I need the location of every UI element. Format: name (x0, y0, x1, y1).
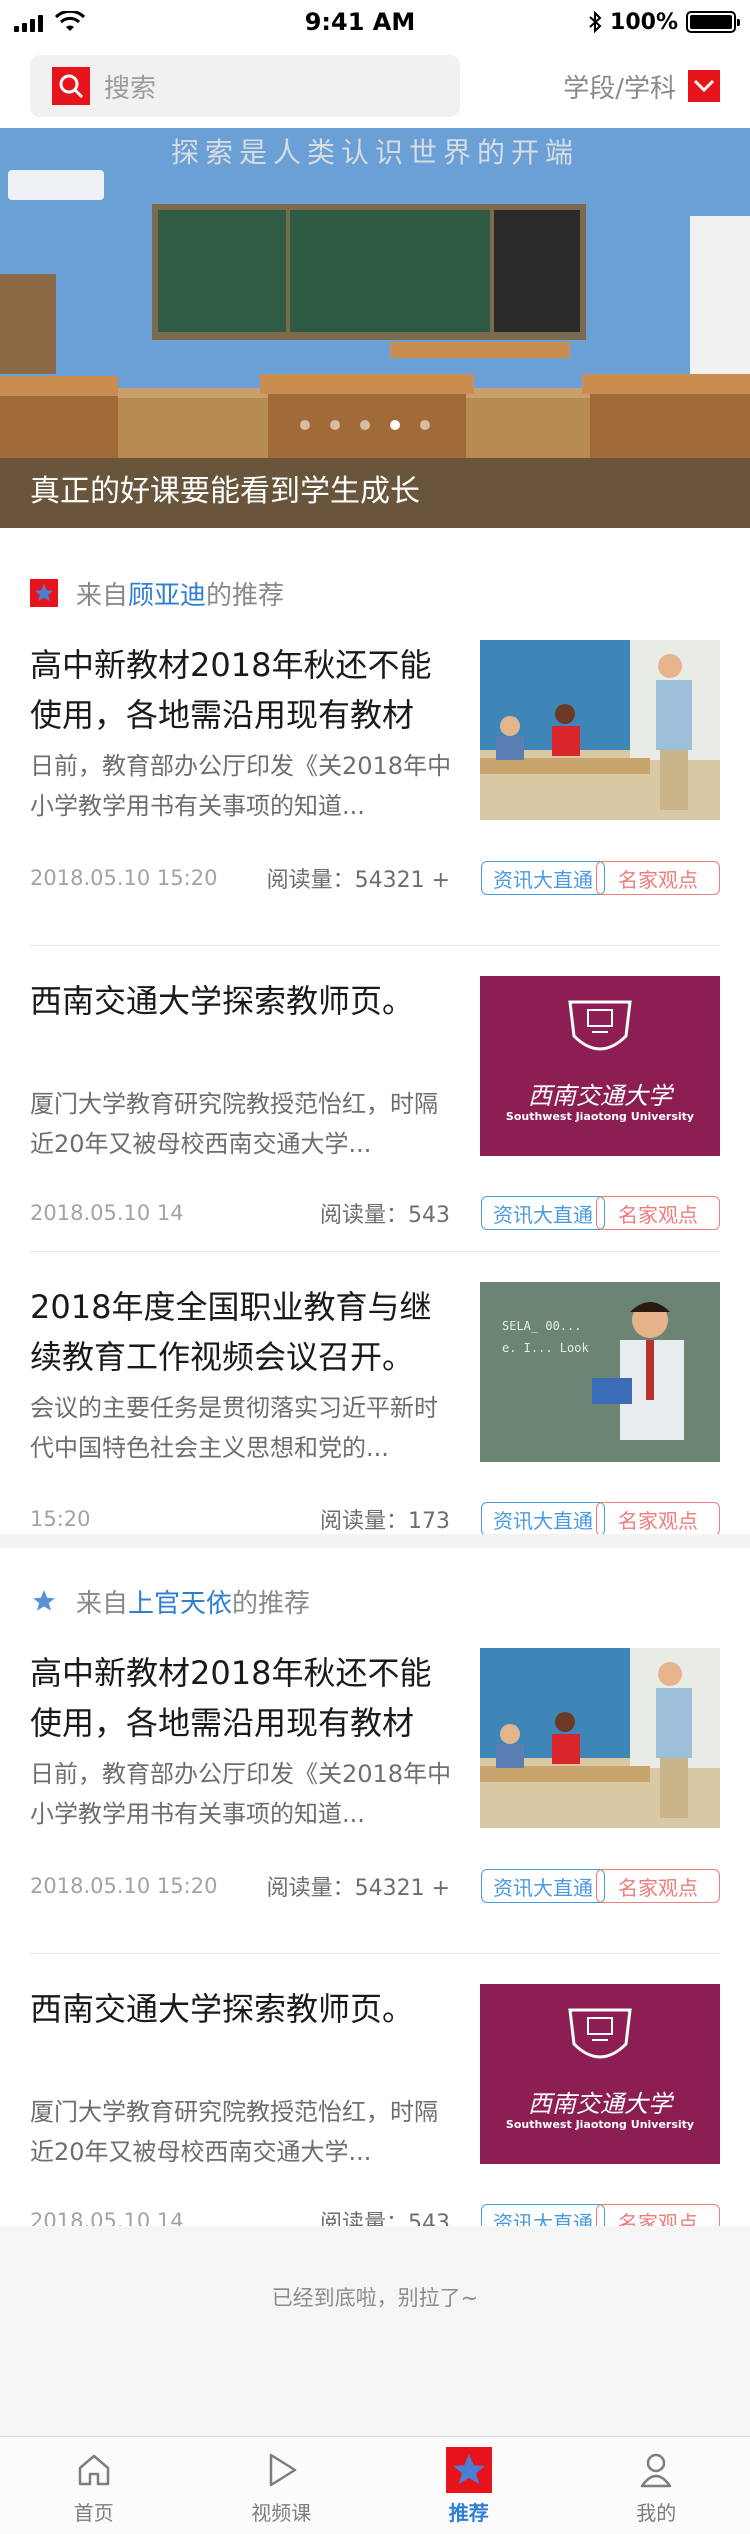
recommendation-suffix: 的推荐 (206, 580, 285, 611)
university-logo-image: 西南交通大学 Southwest Jiaotong University (480, 976, 720, 1156)
carousel-dots (300, 420, 430, 430)
tab-label: 视频课 (251, 2501, 312, 2525)
battery-percent: 100% (610, 9, 678, 35)
carousel-dot[interactable] (420, 420, 430, 430)
article-title: 西南交通大学探索教师页。 (30, 982, 415, 1020)
article-summary: 会议的主要任务是贯彻落实习近平新时代中国特色社会主义思想和党的... (30, 1394, 438, 1462)
article-card[interactable]: 西南交通大学探索教师页。 厦门大学教育研究院教授范怡红，时隔近20年又被母校西南… (30, 946, 720, 1252)
recommendation-prefix: 来自 (76, 580, 129, 611)
university-logo-english: Southwest Jiaotong University (505, 2118, 695, 2131)
article-title: 2018年度全国职业教育与继续教育工作视频会议召开。 (30, 1288, 432, 1376)
article-title: 高中新教材2018年秋还不能使用，各地需沿用现有教材 (30, 1654, 432, 1742)
recommendation-prefix: 来自 (76, 1588, 129, 1619)
article-meta: 2018.05.10 15:20 阅读量：54321 + 资讯大直通 名家观点 (30, 861, 720, 895)
tab-home[interactable]: 首页 (0, 2437, 188, 2534)
end-of-list-message: 已经到底啦，别拉了~ (271, 2286, 479, 2310)
article-date: 2018.05.10 15:20 (30, 866, 218, 890)
article-title: 西南交通大学探索教师页。 (30, 1990, 415, 2028)
article-read-count: 阅读量：543 (320, 1203, 450, 1228)
search-icon (52, 67, 90, 105)
article-date: 2018.05.10 15:20 (30, 1874, 218, 1898)
article-summary: 厦门大学教育研究院教授范怡红，时隔近20年又被母校西南交通大学... (30, 2098, 438, 2166)
tag-news[interactable]: 资讯大直通 (481, 1196, 605, 1230)
recommendation-header: 来自顾亚迪的推荐 (0, 540, 750, 640)
carousel-dot[interactable] (330, 420, 340, 430)
stage-subject-label: 学段/学科 (563, 73, 676, 104)
classroom-photo (480, 640, 720, 820)
end-of-list-area: 已经到底啦，别拉了~ (0, 2226, 750, 2436)
article-read-count: 阅读量：173 (320, 1509, 450, 1534)
article-date: 15:20 (30, 1507, 91, 1531)
tab-label: 首页 (73, 2501, 114, 2525)
tab-video-course[interactable]: 视频课 (188, 2437, 376, 2534)
tag-expert-opinion[interactable]: 名家观点 (596, 1869, 720, 1903)
article-meta: 2018.05.10 14 阅读量：543 资讯大直通 名家观点 (30, 1196, 720, 1230)
section-divider (0, 1534, 750, 1548)
status-time: 9:41 AM (304, 8, 416, 36)
tab-recommend[interactable]: 推荐 (375, 2437, 563, 2534)
article-meta: 2018.05.10 15:20 阅读量：54321 + 资讯大直通 名家观点 (30, 1869, 720, 1903)
tag-expert-opinion[interactable]: 名家观点 (596, 861, 720, 895)
search-placeholder: 搜索 (104, 73, 157, 104)
article-card[interactable]: 西南交通大学探索教师页。 厦门大学教育研究院教授范怡红，时隔近20年又被母校西南… (30, 1954, 720, 2260)
user-icon (633, 2447, 679, 2493)
bottom-tab-bar: 首页 视频课 推荐 我的 (0, 2436, 750, 2534)
status-bar: 9:41 AM 100% (0, 0, 750, 44)
carousel-dot[interactable] (300, 420, 310, 430)
article-card[interactable]: 高中新教材2018年秋还不能使用，各地需沿用现有教材 日前，教育部办公厅印发《关… (30, 1648, 720, 1954)
battery-icon (685, 11, 740, 33)
article-read-count: 阅读量：54321 + (266, 1876, 450, 1901)
article-summary: 日前，教育部办公厅印发《关2018年中小学教学用书有关事项的知道... (30, 752, 452, 820)
banner-carousel[interactable]: 探索是人类认识世界的开端 真正的好课要能看到学生成长 (0, 128, 750, 528)
play-icon (258, 2447, 304, 2493)
tag-news[interactable]: 资讯大直通 (481, 861, 605, 895)
star-icon (30, 1587, 58, 1615)
university-logo-english: Southwest Jiaotong University (505, 1110, 695, 1123)
recommender-name[interactable]: 上官天依 (128, 1589, 232, 1619)
banner-wall-text: 探索是人类认识世界的开端 (171, 136, 579, 169)
chevron-down-icon (688, 70, 720, 102)
tag-expert-opinion[interactable]: 名家观点 (596, 1196, 720, 1230)
recommender-name[interactable]: 顾亚迪 (128, 581, 206, 611)
tab-label: 推荐 (448, 2501, 489, 2525)
stage-subject-filter[interactable]: 学段/学科 (563, 68, 720, 105)
article-meta: 15:20 阅读量：173 资讯大直通 名家观点 (30, 1502, 720, 1536)
carousel-dot[interactable] (360, 420, 370, 430)
university-logo-image: 西南交通大学 Southwest Jiaotong University (480, 1984, 720, 2164)
svg-text:e. I... Look: e. I... Look (502, 1341, 589, 1355)
tag-news[interactable]: 资讯大直通 (481, 1502, 605, 1536)
recommendation-section: 来自上官天依的推荐 高中新教材2018年秋还不能使用，各地需沿用现有教材 日前，… (0, 1548, 750, 2260)
teacher-photo: SELA_ 00... e. I... Look (480, 1282, 720, 1462)
home-icon (71, 2447, 117, 2493)
tab-mine[interactable]: 我的 (563, 2437, 750, 2534)
star-icon (445, 2447, 492, 2493)
svg-text:SELA_ 00...: SELA_ 00... (502, 1319, 581, 1333)
tag-expert-opinion[interactable]: 名家观点 (596, 1502, 720, 1536)
article-read-count: 阅读量：54321 + (266, 868, 450, 893)
signal-icon (14, 12, 43, 32)
wifi-icon (55, 11, 85, 31)
article-date: 2018.05.10 14 (30, 1201, 184, 1225)
recommendation-section: 来自顾亚迪的推荐 高中新教材2018年秋还不能使用，各地需沿用现有教材 日前，教… (0, 540, 750, 1558)
article-card[interactable]: 2018年度全国职业教育与继续教育工作视频会议召开。 会议的主要任务是贯彻落实习… (30, 1252, 720, 1558)
bluetooth-icon (589, 11, 602, 33)
banner-title: 真正的好课要能看到学生成长 (30, 474, 420, 509)
article-summary: 日前，教育部办公厅印发《关2018年中小学教学用书有关事项的知道... (30, 1760, 452, 1828)
article-summary: 厦门大学教育研究院教授范怡红，时隔近20年又被母校西南交通大学... (30, 1090, 438, 1158)
recommendation-suffix: 的推荐 (232, 1588, 311, 1619)
tab-label: 我的 (636, 2501, 677, 2525)
search-input[interactable]: 搜索 (30, 55, 460, 117)
star-icon (30, 579, 58, 607)
classroom-photo (480, 1648, 720, 1828)
article-card[interactable]: 高中新教材2018年秋还不能使用，各地需沿用现有教材 日前，教育部办公厅印发《关… (30, 640, 720, 946)
recommendation-header: 来自上官天依的推荐 (0, 1548, 750, 1648)
university-logo-text: 西南交通大学 (528, 2090, 672, 2118)
university-logo-text: 西南交通大学 (528, 1082, 672, 1110)
article-title: 高中新教材2018年秋还不能使用，各地需沿用现有教材 (30, 646, 432, 734)
carousel-dot-active[interactable] (390, 420, 400, 430)
search-header: 搜索 学段/学科 (0, 44, 750, 128)
tag-news[interactable]: 资讯大直通 (481, 1869, 605, 1903)
